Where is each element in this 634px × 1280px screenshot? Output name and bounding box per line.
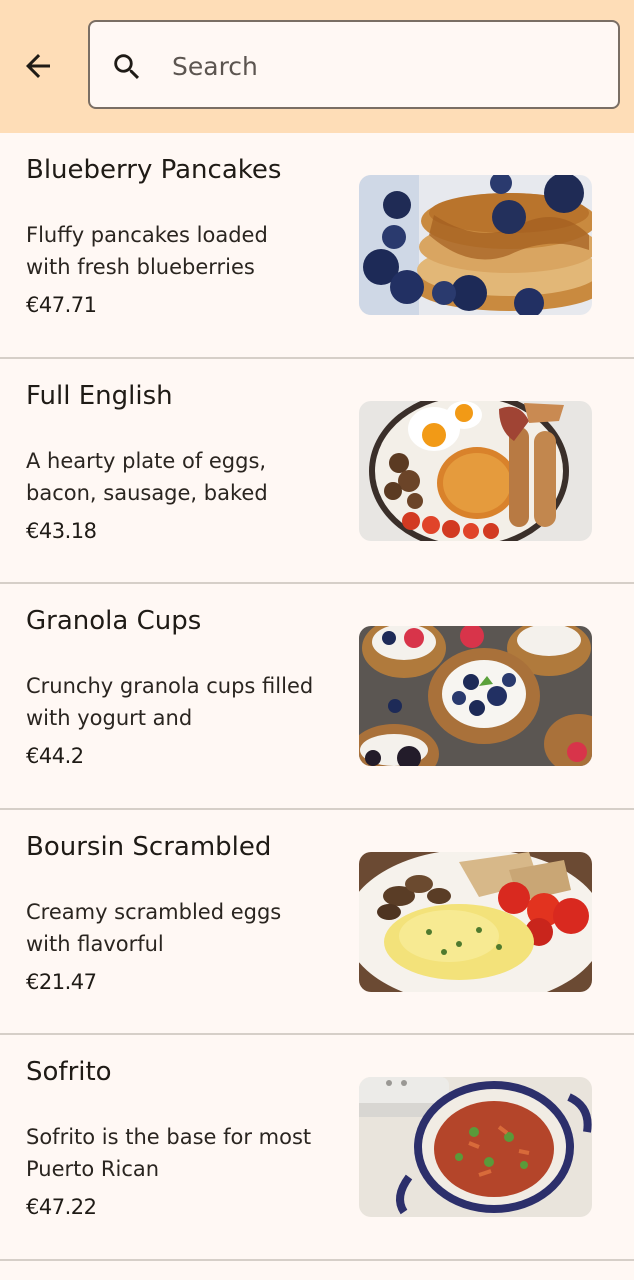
back-button[interactable] bbox=[16, 44, 60, 88]
item-title: Full English bbox=[26, 380, 173, 411]
search-field[interactable] bbox=[88, 20, 620, 109]
item-description: Fluffy pancakes loaded with fresh bluebe… bbox=[26, 223, 268, 279]
item-description: Crunchy granola cups filled with yogurt … bbox=[26, 674, 314, 730]
recipe-list: Blueberry Pancakes Fluffy pancakes loade… bbox=[0, 133, 634, 1261]
item-title: Granola Cups bbox=[26, 606, 202, 636]
boursin-scrambled-photo bbox=[359, 851, 592, 992]
list-item[interactable]: Granola Cups Crunchy granola cups filled… bbox=[0, 584, 634, 810]
item-description: A hearty plate of eggs, bacon, sausage, … bbox=[26, 448, 268, 505]
item-price: €43.18 bbox=[26, 518, 97, 543]
list-item[interactable]: Blueberry Pancakes Fluffy pancakes loade… bbox=[0, 133, 634, 359]
item-price: €47.71 bbox=[26, 293, 97, 317]
top-app-bar bbox=[0, 0, 634, 133]
full-english-photo bbox=[359, 400, 592, 541]
item-title: Boursin Scrambled bbox=[26, 831, 272, 862]
item-description: Creamy scrambled eggs with flavorful bbox=[26, 899, 282, 956]
item-price: €21.47 bbox=[26, 969, 97, 994]
search-input[interactable] bbox=[172, 44, 592, 88]
list-item[interactable]: Sofrito Sofrito is the base for most Pue… bbox=[0, 1035, 634, 1261]
item-description: Sofrito is the base for most Puerto Rica… bbox=[26, 1125, 312, 1181]
arrow-left-icon bbox=[26, 54, 50, 78]
list-item[interactable]: Full English A hearty plate of eggs, bac… bbox=[0, 359, 634, 584]
item-price: €47.22 bbox=[26, 1195, 97, 1219]
blueberry-pancakes-photo bbox=[359, 175, 592, 315]
item-title: Blueberry Pancakes bbox=[26, 155, 282, 185]
item-price: €44.2 bbox=[26, 744, 84, 768]
item-title: Sofrito bbox=[26, 1057, 112, 1087]
sofrito-photo bbox=[359, 1077, 592, 1217]
granola-cups-photo bbox=[359, 626, 592, 766]
list-item[interactable]: Boursin Scrambled Creamy scrambled eggs … bbox=[0, 810, 634, 1035]
search-icon bbox=[114, 54, 140, 80]
